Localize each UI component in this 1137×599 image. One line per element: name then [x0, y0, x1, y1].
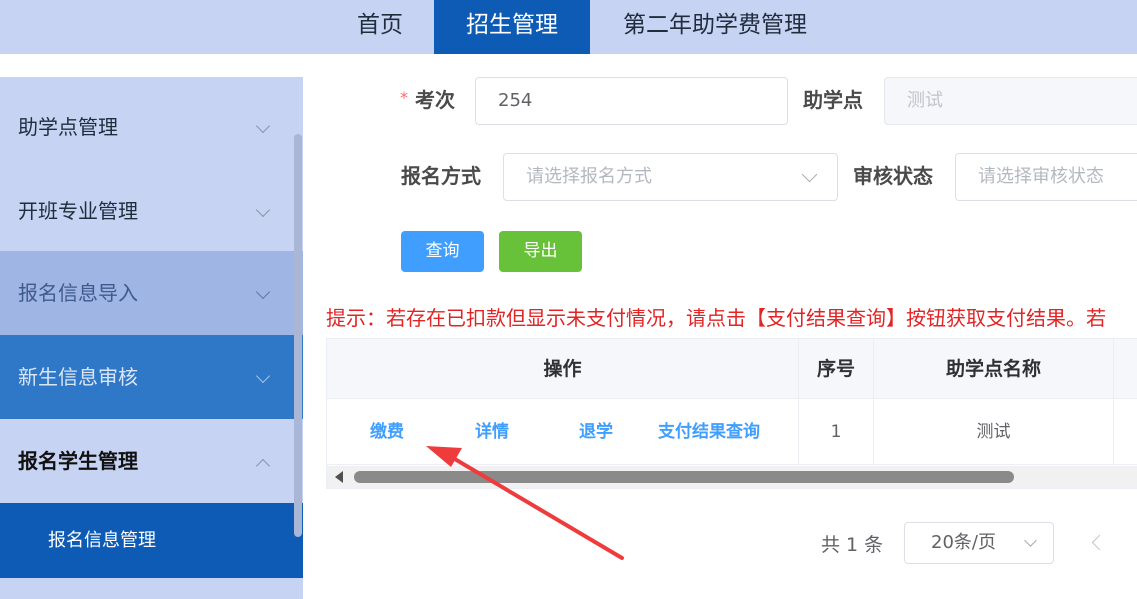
withdraw-link[interactable]: 退学	[579, 399, 613, 465]
chevron-up-icon	[255, 458, 271, 474]
enroll-method-placeholder: 请选择报名方式	[526, 166, 652, 187]
export-button[interactable]: 导出	[499, 231, 582, 272]
sidebar-item-study-point[interactable]: 助学点管理	[0, 85, 303, 169]
sidebar: 助学点管理 开班专业管理 报名信息导入 新生信息审核 报名学生管理 报名信息管理	[0, 77, 303, 599]
payment-result-query-link[interactable]: 支付结果查询	[658, 399, 760, 465]
pagination-total: 共 1 条	[821, 534, 884, 556]
enroll-method-select[interactable]: 请选择报名方式	[503, 153, 838, 201]
study-point-input: 测试	[884, 77, 1137, 125]
chevron-down-icon	[255, 368, 271, 384]
sidebar-item-label: 报名学生管理	[18, 449, 138, 473]
chevron-down-icon	[255, 284, 271, 300]
page-size-value: 20条/页	[931, 532, 996, 553]
enroll-method-label: 报名方式	[401, 164, 481, 188]
column-header-actions: 操作	[327, 339, 799, 399]
sidebar-item-label: 报名信息导入	[18, 281, 138, 305]
table-cell-next	[1114, 399, 1137, 465]
nav-tab-second-year-fee[interactable]: 第二年助学费管理	[600, 0, 830, 54]
sidebar-subitem-enroll-info[interactable]: 报名信息管理	[0, 503, 303, 578]
sidebar-subitem-label: 报名信息管理	[48, 530, 156, 551]
page-size-select[interactable]: 20条/页	[904, 522, 1054, 564]
sidebar-item-enrolled-students[interactable]: 报名学生管理	[0, 419, 303, 503]
nav-tab-enrollment[interactable]: 招生管理	[434, 0, 590, 54]
sidebar-item-label: 新生信息审核	[18, 365, 138, 389]
query-button[interactable]: 查询	[401, 231, 484, 272]
required-mark: *	[400, 88, 408, 107]
chevron-down-icon	[1024, 534, 1037, 547]
review-status-select[interactable]: 请选择审核状态	[955, 153, 1137, 201]
column-header-point-name: 助学点名称	[874, 339, 1114, 399]
sidebar-item-label: 助学点管理	[18, 115, 118, 139]
table-horizontal-scrollbar[interactable]	[327, 466, 1137, 488]
exam-input[interactable]: 254	[475, 77, 788, 125]
study-point-label: 助学点	[803, 88, 863, 112]
nav-tab-home[interactable]: 首页	[338, 0, 422, 54]
review-status-placeholder: 请选择审核状态	[978, 166, 1104, 187]
sidebar-item-label: 开班专业管理	[18, 199, 138, 223]
pay-fee-link[interactable]: 缴费	[370, 399, 404, 465]
column-header-index: 序号	[799, 339, 874, 399]
sidebar-item-class-major[interactable]: 开班专业管理	[0, 169, 303, 253]
table-cell-index: 1	[799, 399, 874, 465]
sidebar-item-enroll-import[interactable]: 报名信息导入	[0, 251, 303, 335]
details-link[interactable]: 详情	[475, 399, 509, 465]
exam-label: 考次	[415, 88, 455, 112]
table-cell-point-name: 测试	[874, 399, 1114, 465]
sidebar-scrollbar[interactable]	[294, 134, 302, 537]
student-table: 操作 序号 助学点名称 缴费 详情 退学 支付结果查询 1 测试	[326, 338, 1137, 489]
chevron-down-icon	[255, 202, 271, 218]
chevron-down-icon	[255, 118, 271, 134]
tip-text: 提示：若存在已扣款但显示未支付情况，请点击【支付结果查询】按钮获取支付结果。若	[326, 306, 1106, 330]
scrollbar-thumb[interactable]	[354, 471, 1014, 483]
scroll-left-arrow-icon[interactable]	[335, 471, 343, 483]
review-status-label: 审核状态	[853, 164, 933, 188]
column-header-next	[1114, 339, 1137, 399]
sidebar-item-freshman-review[interactable]: 新生信息审核	[0, 335, 303, 419]
top-nav: 首页 招生管理 第二年助学费管理	[0, 0, 1137, 54]
prev-page-icon[interactable]	[1091, 534, 1108, 551]
chevron-down-icon	[801, 166, 818, 183]
